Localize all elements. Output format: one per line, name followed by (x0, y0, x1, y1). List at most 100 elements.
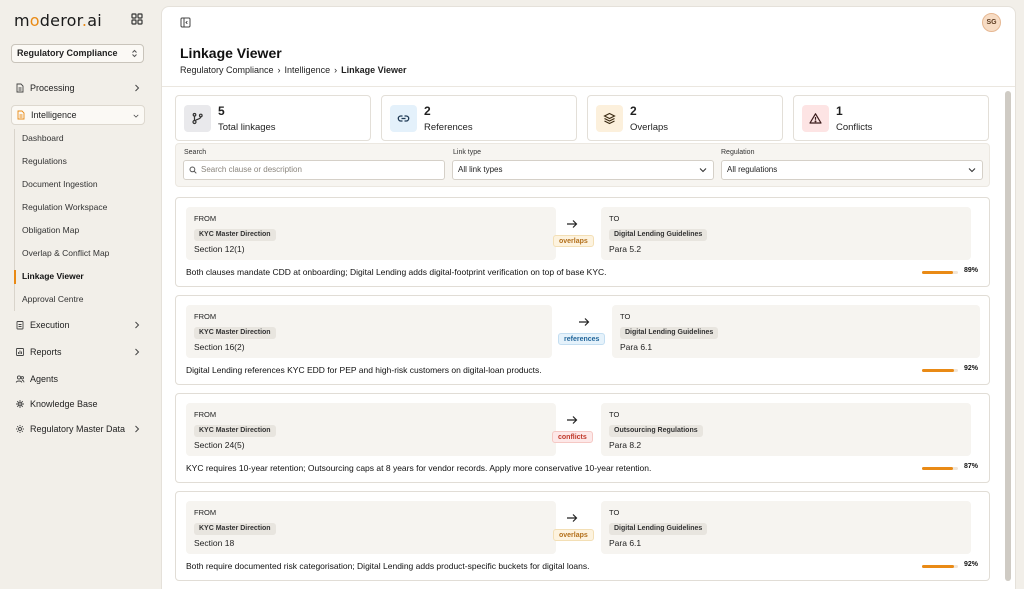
regulation-label: Regulation (721, 149, 755, 156)
chevron-down-icon (699, 168, 707, 173)
regulation-select[interactable]: All regulations (721, 160, 983, 180)
topbar: SG (162, 7, 1015, 37)
stat-value: 5 (218, 104, 225, 118)
relation-badge: overlaps (553, 529, 594, 541)
sidebar-subitem-linkage-viewer[interactable]: Linkage Viewer (22, 268, 146, 284)
to-caption: TO (609, 410, 620, 419)
from-regulation-pill: KYC Master Direction (194, 425, 276, 437)
link-type-select[interactable]: All link types (452, 160, 714, 180)
sidebar-toggle-icon[interactable] (180, 17, 191, 28)
sidebar-subitem-approval-centre[interactable]: Approval Centre (22, 291, 146, 307)
sidebar-subitem-regulations[interactable]: Regulations (22, 153, 146, 169)
layers-icon (603, 112, 616, 125)
scrollbar[interactable] (1005, 91, 1011, 581)
from-clause-ref: Section 24(5) (194, 440, 245, 450)
sidebar-item-regulatory-master-data[interactable]: Regulatory Master Data (11, 419, 145, 439)
arrow-right-icon (567, 416, 578, 424)
sidebar-item-intelligence[interactable]: Intelligence (11, 105, 145, 125)
linkage-description: Both require documented risk categorisat… (186, 561, 590, 571)
link-type-value: All link types (458, 165, 503, 174)
chevron-right-icon (135, 425, 140, 433)
to-clause-ref: Para 8.2 (609, 440, 642, 450)
confidence-bar (922, 271, 958, 274)
gear-icon (16, 425, 24, 433)
linkage-from: FROM KYC Master Direction Section 16(2) (186, 305, 552, 358)
branch-icon (192, 112, 203, 125)
updown-chevron-icon (132, 49, 137, 58)
confidence-bar (922, 369, 958, 372)
sidebar-item-label: Execution (30, 320, 70, 330)
search-input[interactable]: Search clause or description (183, 160, 445, 180)
from-regulation-pill: KYC Master Direction (194, 229, 276, 241)
sidebar-subitem-document-ingestion[interactable]: Document Ingestion (22, 176, 146, 192)
linkage-from: FROM KYC Master Direction Section 18 (186, 501, 556, 554)
linkage-from: FROM KYC Master Direction Section 12(1) (186, 207, 556, 260)
sidebar-item-agents[interactable]: Agents (11, 369, 145, 389)
confidence-bar-fill (922, 271, 953, 274)
linkage-card[interactable]: FROM KYC Master Direction Section 16(2) … (175, 295, 990, 385)
sidebar: moderor.ai Regulatory Compliance Process… (0, 0, 158, 589)
sidebar-item-reports[interactable]: Reports (11, 342, 145, 362)
to-clause-ref: Para 5.2 (609, 244, 642, 254)
chevron-right-icon (135, 84, 140, 92)
linkage-card[interactable]: FROM KYC Master Direction Section 24(5) … (175, 393, 990, 483)
breadcrumb-item[interactable]: Intelligence (285, 65, 331, 75)
sidebar-item-label: Processing (30, 83, 75, 93)
stat-label: Total linkages (218, 122, 276, 133)
from-caption: FROM (194, 508, 217, 517)
sidebar-item-label: Regulatory Master Data (30, 424, 126, 434)
brand-logo[interactable]: moderor.ai (14, 11, 102, 31)
arrow-right-icon (567, 514, 578, 522)
users-icon (15, 375, 25, 383)
to-regulation-pill: Digital Lending Guidelines (609, 229, 708, 241)
sidebar-subitem-dashboard[interactable]: Dashboard (22, 130, 146, 146)
breadcrumb: Regulatory Compliance › Intelligence › Linka… (180, 65, 406, 75)
link-icon (397, 115, 410, 122)
stat-badge (802, 105, 829, 132)
from-caption: FROM (194, 214, 217, 223)
sidebar-item-knowledge-base[interactable]: Knowledge Base (11, 394, 145, 414)
to-clause-ref: Para 6.1 (620, 342, 653, 352)
linkage-to: TO Digital Lending Guidelines Para 5.2 (601, 207, 971, 260)
document-icon (17, 110, 25, 120)
relation-badge: conflicts (552, 431, 593, 443)
apps-grid-icon[interactable] (131, 13, 143, 25)
sidebar-subitem-regulation-workspace[interactable]: Regulation Workspace (22, 199, 146, 215)
confidence-value: 92% (964, 365, 979, 372)
from-clause-ref: Section 18 (194, 538, 235, 548)
link-type-label: Link type (453, 149, 482, 156)
sidebar-item-execution[interactable]: Execution (11, 315, 145, 335)
to-caption: TO (609, 214, 620, 223)
sidebar-item-label: Intelligence (31, 110, 77, 120)
confidence-bar-fill (922, 467, 953, 470)
search-label: Search (184, 149, 207, 156)
confidence-value: 92% (964, 561, 979, 568)
organization-select[interactable]: Regulatory Compliance (11, 44, 144, 63)
sidebar-item-processing[interactable]: Processing (11, 78, 145, 98)
relation-badge: references (558, 333, 606, 345)
linkage-card[interactable]: FROM KYC Master Direction Section 18 ove… (175, 491, 990, 581)
stat-badge (184, 105, 211, 132)
sidebar-subitem-overlap-conflict-map[interactable]: Overlap & Conflict Map (22, 245, 146, 261)
from-caption: FROM (194, 410, 217, 419)
stat-badge (596, 105, 623, 132)
stat-references: 2 References (381, 95, 577, 141)
breadcrumb-separator: › (277, 65, 281, 75)
breadcrumb-item[interactable]: Regulatory Compliance (180, 65, 274, 75)
user-avatar[interactable]: SG (982, 13, 1001, 32)
sidebar-subitem-obligation-map[interactable]: Obligation Map (22, 222, 146, 238)
sidebar-item-label: Knowledge Base (30, 399, 98, 409)
from-regulation-pill: KYC Master Direction (194, 523, 276, 535)
confidence-bar (922, 467, 958, 470)
to-clause-ref: Para 6.1 (609, 538, 642, 548)
search-icon (189, 166, 197, 174)
sidebar-item-label: Agents (30, 374, 59, 384)
to-regulation-pill: Digital Lending Guidelines (609, 523, 708, 535)
linkage-to: TO Digital Lending Guidelines Para 6.1 (612, 305, 980, 358)
page-title: Linkage Viewer (180, 45, 282, 61)
to-regulation-pill: Digital Lending Guidelines (620, 327, 719, 339)
breadcrumb-current: Linkage Viewer (341, 65, 407, 75)
stat-label: Conflicts (836, 122, 873, 133)
linkage-card[interactable]: FROM KYC Master Direction Section 12(1) … (175, 197, 990, 287)
from-clause-ref: Section 16(2) (194, 342, 245, 352)
